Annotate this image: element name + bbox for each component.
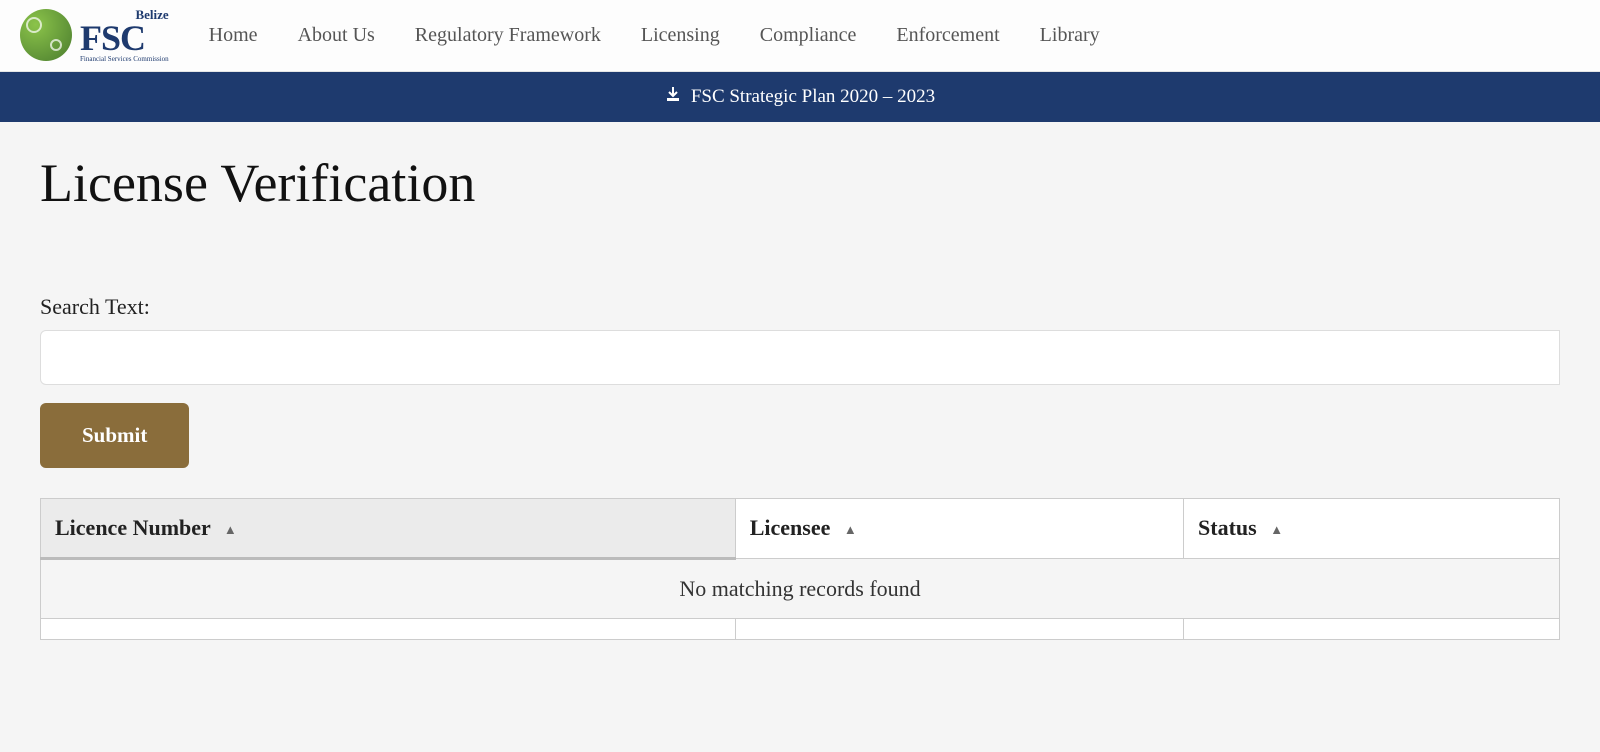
download-icon [665, 86, 681, 108]
strategic-plan-link[interactable]: FSC Strategic Plan 2020 – 2023 [665, 86, 935, 108]
logo-subtitle: Financial Services Commission [80, 56, 169, 63]
empty-row: No matching records found [41, 558, 1560, 618]
nav-compliance[interactable]: Compliance [760, 24, 857, 47]
page-title: License Verification [40, 152, 1560, 214]
column-licensee[interactable]: Licensee ▲ [735, 498, 1183, 558]
column-licence-number[interactable]: Licence Number ▲ [41, 498, 736, 558]
sort-asc-icon: ▲ [1270, 522, 1283, 538]
main-content: License Verification Search Text: Submit… [0, 122, 1600, 670]
results-table: Licence Number ▲ Licensee ▲ Status ▲ No … [40, 498, 1560, 640]
header: Belize FSC Financial Services Commission… [0, 0, 1600, 72]
main-nav: Home About Us Regulatory Framework Licen… [209, 24, 1100, 47]
nav-library[interactable]: Library [1040, 24, 1100, 47]
nav-regulatory-framework[interactable]: Regulatory Framework [415, 24, 601, 47]
nav-about-us[interactable]: About Us [298, 24, 375, 47]
search-input[interactable] [40, 330, 1560, 385]
nav-licensing[interactable]: Licensing [641, 24, 720, 47]
logo-fsc-text: FSC [80, 23, 169, 54]
table-footer-row [41, 618, 1560, 639]
nav-enforcement[interactable]: Enforcement [896, 24, 999, 47]
empty-message: No matching records found [41, 558, 1560, 618]
column-label: Licensee [750, 515, 831, 540]
globe-icon [20, 9, 72, 61]
logo[interactable]: Belize FSC Financial Services Commission [20, 8, 169, 63]
sort-asc-icon: ▲ [224, 522, 237, 538]
banner-text: FSC Strategic Plan 2020 – 2023 [691, 86, 935, 108]
submit-button[interactable]: Submit [40, 403, 189, 468]
column-label: Status [1198, 515, 1257, 540]
column-status[interactable]: Status ▲ [1184, 498, 1560, 558]
sort-asc-icon: ▲ [844, 522, 857, 538]
announcement-banner: FSC Strategic Plan 2020 – 2023 [0, 72, 1600, 122]
nav-home[interactable]: Home [209, 24, 258, 47]
column-label: Licence Number [55, 515, 210, 540]
search-label: Search Text: [40, 294, 1560, 320]
